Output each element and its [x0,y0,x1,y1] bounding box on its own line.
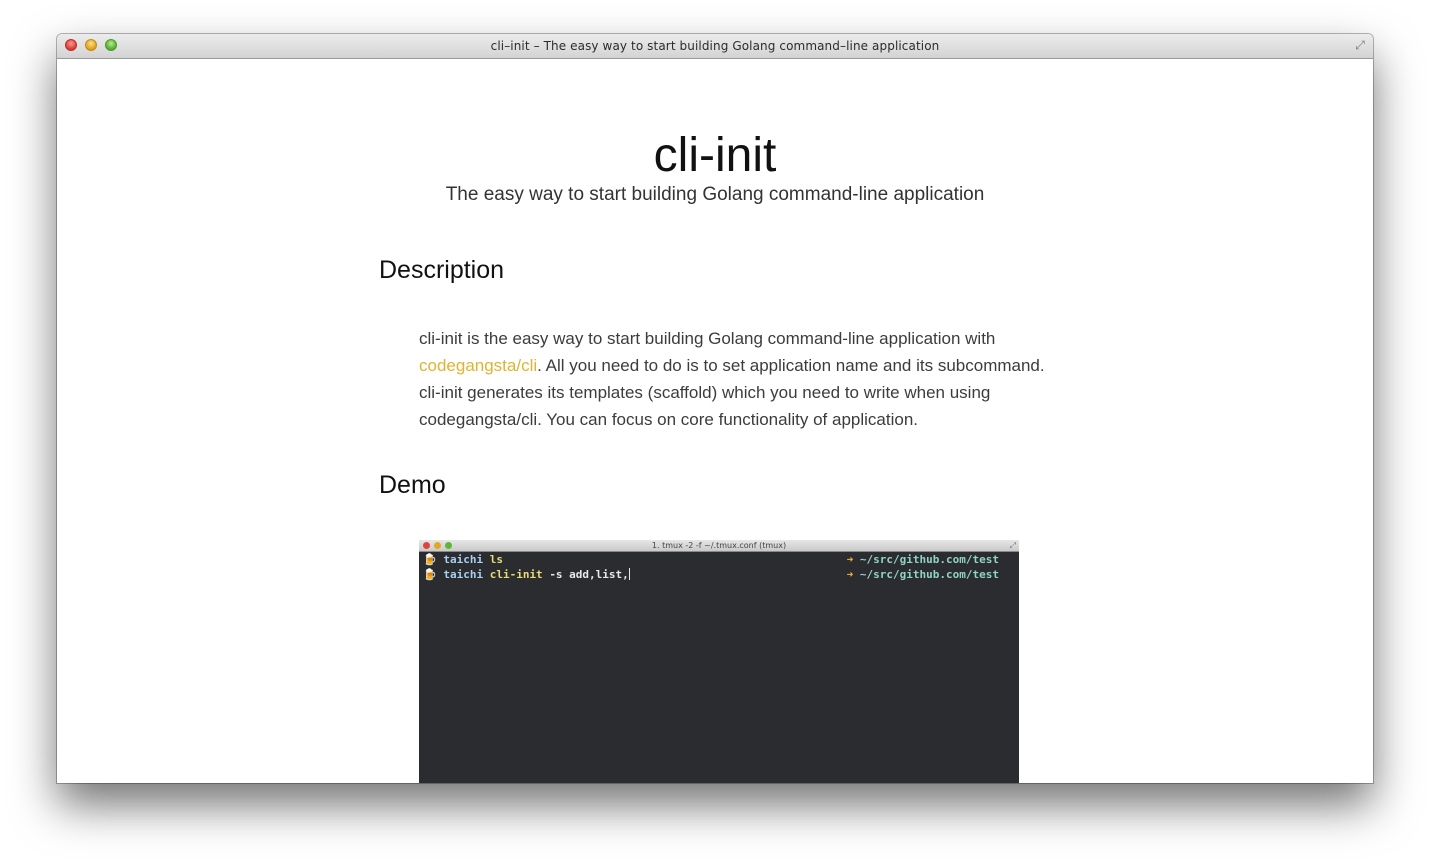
terminal-command: ls [489,553,503,566]
beer-mug-icon: 🍺 [423,553,437,566]
beer-mug-icon: 🍺 [423,568,437,581]
page-subtitle: The easy way to start building Golang co… [445,184,985,205]
arrow-icon: ➜ [846,553,854,566]
terminal-line: 🍺 taichi ls ➜ ~/src/github.com/test [423,553,999,567]
description-text-start: cli-init is the easy way to start buildi… [419,329,996,348]
terminal-titlebar: 1. tmux -2 -f ~/.tmux.conf (tmux) ⤢ [419,540,1019,552]
terminal-path: ~/src/github.com/test [859,568,999,581]
demo-terminal-screenshot: 1. tmux -2 -f ~/.tmux.conf (tmux) ⤢ 🍺 ta… [419,540,1019,783]
browser-window: cli–init – The easy way to start buildin… [57,34,1373,783]
terminal-cursor [628,568,630,580]
terminal-user: taichi [443,568,484,581]
terminal-line: 🍺 taichi cli-init -s add,list, ➜ ~/src/gi… [423,568,999,582]
terminal-command: cli-init [489,568,543,581]
window-titlebar[interactable]: cli–init – The easy way to start buildin… [57,34,1373,59]
demo-heading: Demo [379,471,446,499]
terminal-user: taichi [443,553,484,566]
codegangsta-cli-link[interactable]: codegangsta/cli [419,356,537,375]
window-title: cli–init – The easy way to start buildin… [490,39,940,53]
arrow-icon: ➜ [846,568,854,581]
terminal-command-args: -s add,list, [549,568,629,581]
terminal-fullscreen-icon: ⤢ [1009,541,1016,550]
description-paragraph: cli-init is the easy way to start buildi… [419,325,1059,433]
terminal-path: ~/src/github.com/test [859,553,999,566]
page-title: cli-init [653,129,777,182]
fullscreen-icon[interactable]: ⤢ [1353,38,1367,52]
terminal-title: 1. tmux -2 -f ~/.tmux.conf (tmux) [651,541,787,550]
description-heading: Description [379,256,505,284]
